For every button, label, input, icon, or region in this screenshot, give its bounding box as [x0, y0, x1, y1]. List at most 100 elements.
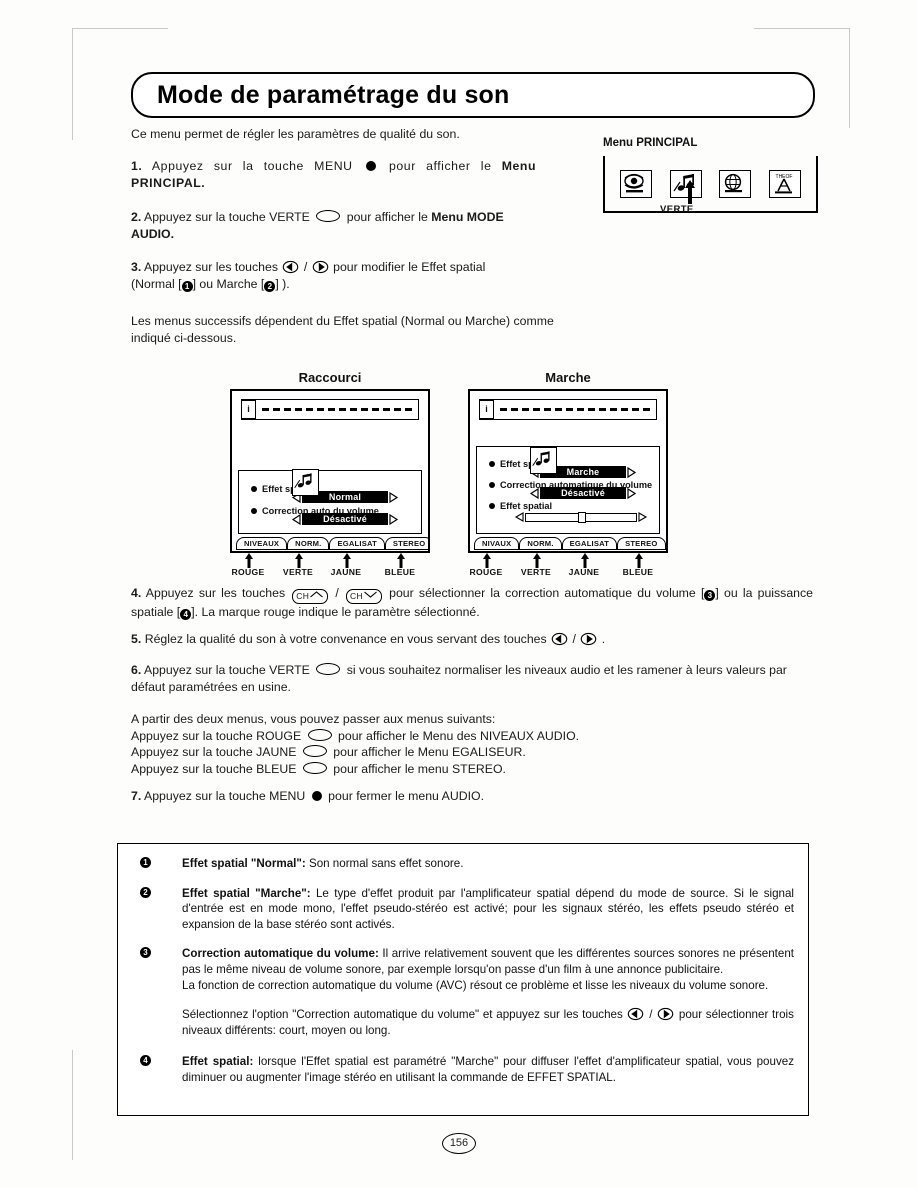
chevron-left-icon[interactable]	[291, 513, 302, 525]
tab-niveaux[interactable]: NIVEAUX	[236, 537, 288, 550]
step-4-text-d: ]. La marque rouge indique le paramètre …	[191, 605, 480, 619]
bullet-icon	[251, 486, 257, 492]
cursor-right-icon	[312, 260, 328, 274]
menu-value[interactable]: Désactivé	[540, 487, 626, 499]
step-7: 7. Appuyez sur la touche MENU pour ferme…	[131, 788, 631, 805]
chevron-right-icon[interactable]	[388, 513, 399, 525]
menu-principal-diagram: Menu PRINCIPAL THEOF VERTE	[603, 137, 818, 215]
footnote-marker-4: 4	[140, 1055, 151, 1067]
yellow-button-icon	[302, 745, 327, 757]
red-button-icon	[307, 728, 332, 741]
menu-list-row-post: pour afficher le Menu des NIVEAUX AUDIO.	[338, 728, 580, 743]
step-3-text-c: (Normal [	[131, 277, 182, 291]
globe-clock-icon[interactable]	[719, 169, 752, 198]
up-arrow-icon	[295, 553, 303, 568]
step-6: 6. Appuyez sur la touche VERTE si vous s…	[131, 662, 813, 696]
color-label-rouge: ROUGE	[231, 567, 265, 577]
footnotes-box: 1 Effet spatial "Normal": Son normal san…	[117, 843, 809, 1116]
diagram-raccourci: Raccourci i Effet spatial: Normal Correc…	[230, 370, 430, 583]
crop-mark	[754, 28, 850, 29]
footnote-3-body2: La fonction de correction automatique du…	[182, 978, 769, 992]
cursor-right-icon	[657, 1008, 674, 1021]
up-arrow-icon	[245, 553, 253, 568]
green-button-icon	[316, 210, 341, 222]
osd-bar: i	[241, 399, 419, 420]
step-5-text-b: .	[601, 632, 606, 646]
menu-list-lead: A partir des deux menus, vous pouvez pas…	[131, 712, 496, 726]
antenna-icon[interactable]: THEOF	[769, 169, 802, 198]
step-2-number: 2.	[131, 210, 142, 224]
footnote-2-title: Effet spatial "Marche":	[182, 886, 311, 900]
tab-egalisat[interactable]: EGALISAT	[329, 537, 385, 550]
diagram-caption: Marche	[545, 370, 591, 385]
menu-principal-bar: THEOF	[603, 156, 818, 213]
crop-mark	[72, 28, 73, 140]
bullet-icon	[489, 461, 495, 467]
footnote-3-body3-a: Sélectionnez l'option "Correction automa…	[182, 1008, 623, 1022]
menu-list-row-pre: Appuyez sur la touche JAUNE	[131, 745, 297, 759]
footnote-marker-2: 2	[140, 886, 151, 898]
slider-handle[interactable]	[578, 511, 586, 523]
osd-tab-bar: NIVEAUX NORM. EGALISAT STEREO	[236, 537, 428, 550]
chevron-right-icon[interactable]	[626, 466, 637, 478]
tab-norm[interactable]: NORM.	[519, 537, 562, 550]
step-5-number: 5.	[131, 632, 142, 646]
osd-dashes	[256, 400, 418, 419]
color-label-bleue: BLEUE	[622, 567, 654, 577]
up-arrow-icon	[343, 553, 351, 568]
tab-nivaux[interactable]: NIVAUX	[474, 537, 520, 550]
diagram-caption: Raccourci	[298, 370, 362, 385]
cursor-left-icon	[283, 260, 299, 274]
crop-mark	[849, 28, 850, 128]
bullet-icon	[251, 508, 257, 514]
list-item: Appuyez sur la touche JAUNE pour affiche…	[131, 744, 631, 761]
chevron-left-icon[interactable]	[529, 487, 540, 499]
bullet-icon	[489, 482, 495, 488]
channel-up-button-icon: CH	[292, 589, 329, 604]
tab-norm[interactable]: NORM.	[287, 537, 330, 550]
menu-slider-row[interactable]	[477, 511, 659, 523]
tv-screen: i Effet spatial:	[230, 389, 430, 553]
crop-mark	[72, 28, 168, 29]
up-arrow-icon	[635, 553, 643, 568]
step-6-text-a: Appuyez sur la touche VERTE	[144, 663, 310, 677]
chevron-left-icon[interactable]	[514, 512, 525, 522]
manual-page: Mode de paramétrage du son Ce menu perme…	[0, 0, 918, 1188]
info-icon: i	[479, 399, 494, 419]
step-7-number: 7.	[131, 789, 142, 803]
intro-paragraph: Ce menu permet de régler les paramètres …	[131, 127, 460, 141]
step-1-text-b: pour afficher le	[389, 159, 492, 173]
verte-label: VERTE	[660, 204, 694, 215]
step-2-text-a: Appuyez sur la touche VERTE	[144, 210, 310, 224]
menu-list-row-pre: Appuyez sur la touche BLEUE	[131, 761, 297, 776]
effet-spatial-slider[interactable]	[525, 511, 637, 523]
chevron-right-icon[interactable]	[637, 512, 648, 522]
cursor-right-icon	[581, 632, 597, 646]
footnote-4: 4 Effet spatial: lorsque l'Effet spatial…	[118, 1054, 808, 1085]
color-label-bleue: BLEUE	[384, 567, 416, 577]
step-4-text-b: pour sélectionner la correction automati…	[389, 586, 705, 600]
chevron-right-icon[interactable]	[388, 491, 399, 503]
color-key-row: ROUGE VERTE JAUNE BLEUE	[468, 553, 668, 583]
list-item: Appuyez sur la touche ROUGE pour affiche…	[131, 728, 631, 745]
page-title-banner: Mode de paramétrage du son	[131, 72, 815, 118]
tab-stereo[interactable]: STEREO	[384, 537, 428, 550]
tab-egalisat[interactable]: EGALISAT	[561, 537, 618, 550]
menu-slider-label: Effet spatial	[500, 501, 553, 511]
picture-eye-icon[interactable]	[619, 169, 652, 198]
step-7-text-b: pour fermer le menu AUDIO.	[328, 789, 484, 803]
color-label-jaune: JAUNE	[568, 567, 600, 577]
up-arrow-icon	[581, 553, 589, 568]
menu-value[interactable]: Désactivé	[302, 513, 388, 525]
footnote-1-title: Effet spatial "Normal":	[182, 857, 306, 870]
step-3-text-a: Appuyez sur les touches	[144, 260, 278, 274]
crop-mark	[72, 1050, 73, 1160]
green-button-icon	[316, 663, 341, 675]
color-label-verte: VERTE	[282, 567, 314, 577]
step-4: 4. Appuyez sur les touches CH / CH pour …	[131, 586, 813, 620]
diagram-marche: Marche i Effet spatial: Marche Correctio…	[468, 370, 668, 583]
chevron-right-icon[interactable]	[626, 487, 637, 499]
footnote-3: 3 Correction automatique du volume: Il a…	[118, 946, 808, 1038]
footnote-1: 1 Effet spatial "Normal": Son normal san…	[118, 856, 808, 872]
tab-stereo[interactable]: STEREO	[617, 537, 666, 550]
